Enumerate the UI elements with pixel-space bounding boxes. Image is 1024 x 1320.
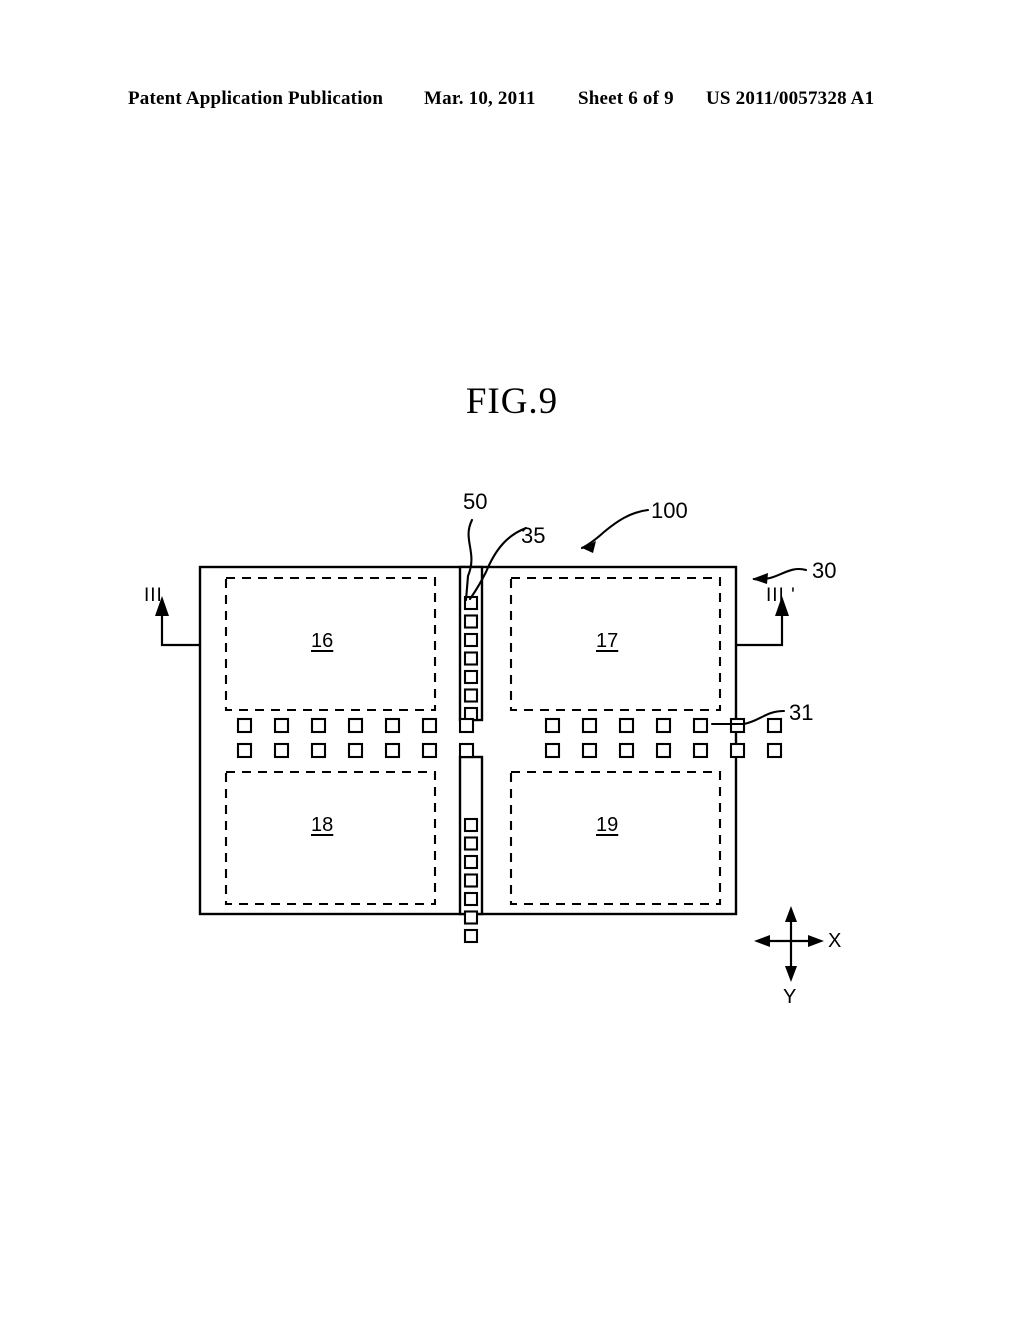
- contact-pad: [692, 742, 709, 759]
- strip-cell: [463, 614, 479, 629]
- strip-cell: [463, 836, 479, 851]
- contact-pad: [618, 717, 635, 734]
- strip-cell: [463, 669, 479, 685]
- contact-pad: [347, 717, 364, 734]
- contact-pad: [655, 742, 672, 759]
- contact-pad: [458, 742, 475, 759]
- arrowhead-30: [752, 573, 768, 584]
- region-box-18: [224, 770, 437, 906]
- ref-label-50: 50: [463, 489, 488, 514]
- leader-line-31: [710, 709, 786, 726]
- contact-pad: [581, 717, 598, 734]
- leader-line-35: [468, 526, 528, 601]
- contact-pad: [384, 742, 401, 759]
- contact-pad: [421, 742, 438, 759]
- patent-figure-drawing: [155, 508, 824, 982]
- strip-cell: [463, 928, 479, 944]
- vertical-strip-upper: [458, 565, 484, 722]
- leader-line-100: [580, 508, 650, 550]
- axis-indicator: [754, 906, 824, 982]
- contact-pad: [458, 717, 475, 734]
- strip-cell-group-lower: [463, 817, 479, 944]
- contact-pad: [544, 742, 561, 759]
- region-label-17: 17: [596, 630, 619, 652]
- region-label-16: 16: [311, 630, 334, 652]
- header-publication-text: Patent Application Publication: [128, 88, 384, 109]
- strip-cell: [463, 706, 479, 722]
- contact-pad: [236, 717, 253, 734]
- section-label-right: III ': [766, 585, 796, 606]
- axis-label-y: Y: [783, 986, 797, 1008]
- header-sheet-text: Sheet 6 of 9: [578, 88, 674, 109]
- ref-label-100: 100: [651, 498, 688, 523]
- contact-pad-group-left: [236, 717, 475, 759]
- contact-pad: [729, 742, 746, 759]
- contact-pad: [655, 717, 672, 734]
- strip-cell: [463, 632, 479, 648]
- leader-line-50: [464, 518, 474, 602]
- contact-pad: [310, 717, 327, 734]
- arrowhead-100: [582, 541, 596, 553]
- vertical-strip-lower: [458, 755, 484, 916]
- substrate-outline: [198, 565, 738, 916]
- leader-line-30: [752, 568, 808, 581]
- contact-pad: [729, 717, 746, 734]
- strip-cell: [463, 873, 479, 888]
- contact-pad: [236, 742, 253, 759]
- region-label-18: 18: [311, 814, 334, 836]
- contact-pad: [618, 742, 635, 759]
- figure-title: FIG.9: [465, 381, 559, 422]
- header-date-text: Mar. 10, 2011: [424, 88, 536, 109]
- strip-cell: [463, 910, 479, 925]
- contact-pad: [310, 742, 327, 759]
- strip-cell: [463, 651, 479, 666]
- header-document-number: US 2011/0057328 A1: [706, 88, 875, 109]
- contact-pad: [273, 742, 290, 759]
- region-label-19: 19: [596, 814, 619, 836]
- page-header: Patent Application Publication Mar. 10, …: [0, 88, 1024, 118]
- strip-cell: [463, 688, 479, 703]
- contact-pad: [384, 717, 401, 734]
- contact-pad: [544, 717, 561, 734]
- contact-pad: [766, 717, 783, 734]
- strip-cell: [463, 595, 479, 611]
- contact-pad: [273, 717, 290, 734]
- strip-cell: [463, 817, 479, 833]
- contact-pad: [347, 742, 364, 759]
- region-box-19: [509, 770, 722, 906]
- strip-cell: [463, 891, 479, 907]
- ref-label-30: 30: [812, 558, 837, 583]
- contact-pad-group-right: [544, 717, 783, 759]
- strip-cell: [463, 854, 479, 870]
- ref-label-35: 35: [521, 523, 546, 548]
- strip-cell-group-upper: [463, 595, 479, 722]
- section-label-left: III: [144, 585, 163, 606]
- contact-pad: [421, 717, 438, 734]
- contact-pad: [766, 742, 783, 759]
- dashed-region-group: [224, 576, 722, 906]
- contact-pad: [581, 742, 598, 759]
- contact-pad: [692, 717, 709, 734]
- ref-label-31: 31: [789, 700, 814, 725]
- axis-label-x: X: [828, 930, 842, 952]
